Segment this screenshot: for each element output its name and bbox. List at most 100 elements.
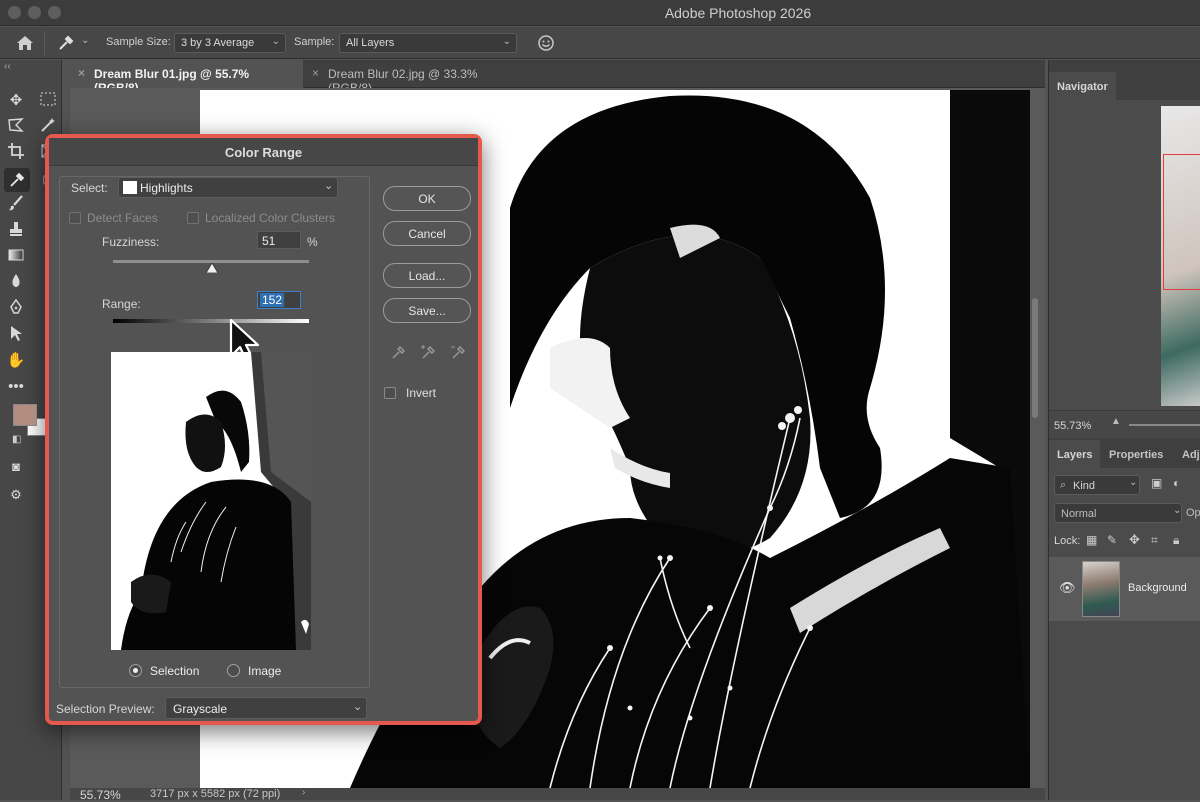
collapse-panel-icon[interactable]: ‹‹ (4, 61, 11, 72)
burn-tool[interactable] (5, 272, 27, 294)
crop-tool[interactable] (5, 142, 27, 164)
filter-pixel-icon[interactable]: ▣ (1151, 476, 1162, 490)
select-dropdown[interactable]: Highlights ⌄ (118, 177, 338, 198)
tab-layers[interactable]: Layers (1049, 440, 1101, 468)
navigator-zoom-slider[interactable] (1129, 424, 1200, 426)
lock-artboard-icon[interactable]: ⌗ (1151, 533, 1158, 548)
layer-thumbnail (1082, 561, 1120, 617)
brush-icon (9, 195, 23, 211)
path-selection-tool[interactable] (5, 324, 27, 346)
home-icon (17, 36, 33, 50)
sample-select[interactable]: All Layers ⌄ (339, 33, 517, 53)
range-slider-track[interactable] (113, 319, 309, 323)
selection-preview-label: Selection Preview: (56, 702, 155, 716)
selection-preview-select[interactable]: Grayscale ⌄ (165, 697, 367, 719)
lock-all-icon[interactable]: 🔒︎ (1173, 533, 1179, 548)
range-input[interactable]: 152 (257, 291, 301, 309)
edit-toolbar-button[interactable]: ••• (5, 376, 27, 398)
navigator-zoom-value[interactable]: 55.73% (1054, 420, 1091, 432)
lock-position-icon[interactable]: ✥ (1129, 532, 1140, 548)
close-icon[interactable]: × (312, 66, 319, 80)
tab-properties[interactable]: Properties (1101, 440, 1171, 468)
chevron-right-icon[interactable]: › (302, 787, 305, 798)
fuzziness-slider-thumb[interactable] (205, 262, 219, 276)
layer-row[interactable]: 👁︎ Background (1049, 557, 1200, 621)
vertical-scrollbar[interactable] (1032, 298, 1038, 418)
sample-size-label: Sample Size: (106, 36, 171, 48)
fuzziness-value: 51 (262, 234, 276, 248)
right-panel-dock: Navigator 55.73% ▲ Layers Properties Adj… (1048, 60, 1200, 800)
chevron-down-icon: ⌄ (81, 35, 90, 46)
document-tabs: × Dream Blur 01.jpg @ 55.7% (RGB/8) × Dr… (70, 60, 1045, 95)
arrow-cursor-icon (11, 326, 22, 341)
selection-preview-image[interactable] (111, 352, 311, 650)
lasso-tool[interactable] (5, 116, 27, 138)
navigator-view-box[interactable] (1163, 154, 1200, 290)
filter-kind-label: Kind (1073, 480, 1096, 492)
screen-mode-icon: ⚙ (10, 487, 22, 502)
crop-icon (8, 143, 24, 159)
highlights-swatch (123, 181, 137, 194)
marquee-tool[interactable] (37, 90, 59, 112)
detect-faces-checkbox[interactable] (69, 212, 81, 224)
pen-tool[interactable] (5, 298, 27, 320)
eyedropper-icon (392, 346, 405, 359)
lock-label: Lock: (1054, 535, 1081, 547)
range-value: 152 (260, 293, 285, 307)
eyedropper-add-button[interactable] (419, 344, 439, 364)
eyedropper-minus-icon (451, 346, 465, 359)
lock-paint-icon[interactable]: ✎ (1107, 533, 1117, 547)
smiley-icon (538, 35, 554, 51)
fuzziness-input[interactable]: 51 (257, 231, 301, 249)
eyedropper-plus-icon (421, 345, 435, 359)
image-radio[interactable] (227, 664, 240, 677)
brush-tool[interactable] (5, 194, 27, 216)
invert-checkbox[interactable] (384, 387, 396, 399)
tab-dream-blur-02[interactable]: × Dream Blur 02.jpg @ 33.3% (RGB/8) (304, 60, 530, 95)
zoom-out-mountain-icon[interactable]: ▲ (1111, 416, 1121, 427)
close-icon[interactable]: × (78, 66, 85, 80)
visibility-eye-icon[interactable]: 👁︎ (1059, 580, 1076, 596)
options-bar: ⌄ Sample Size: 3 by 3 Average ⌄ Sample: … (0, 27, 1200, 59)
save-button[interactable]: Save... (383, 298, 471, 323)
selection-radio[interactable] (129, 664, 142, 677)
localized-clusters-checkbox[interactable] (187, 212, 199, 224)
navigator-thumbnail[interactable] (1161, 106, 1200, 406)
tool-preset-picker[interactable]: ⌄ (56, 33, 92, 53)
select-value: Highlights (140, 181, 193, 195)
load-button[interactable]: Load... (383, 263, 471, 288)
show-sampling-ring-button[interactable] (536, 33, 556, 53)
gradient-tool[interactable] (5, 246, 27, 268)
filter-adjustment-icon[interactable]: ◐ (1173, 476, 1180, 490)
selection-preview-value: Grayscale (173, 702, 228, 716)
tab-adjustments[interactable]: Adju (1174, 440, 1200, 468)
tab-dream-blur-01[interactable]: × Dream Blur 01.jpg @ 55.7% (RGB/8) (70, 60, 303, 95)
more-icon: ••• (8, 378, 24, 395)
sample-value: All Layers (346, 37, 395, 49)
eyedropper-tool[interactable] (4, 168, 30, 192)
ok-button[interactable]: OK (383, 186, 471, 211)
layer-name[interactable]: Background (1128, 582, 1187, 594)
clone-stamp-tool[interactable] (5, 220, 27, 242)
sample-size-select[interactable]: 3 by 3 Average ⌄ (174, 33, 286, 53)
eyedropper-subtract-button[interactable] (449, 344, 469, 364)
home-button[interactable] (14, 33, 36, 53)
quick-mask-button[interactable]: ◙ (5, 456, 27, 478)
layers-tab-bar: Layers Properties Adju (1049, 438, 1200, 468)
slider-thumb-icon (205, 262, 219, 274)
lock-transparent-icon[interactable]: ▦ (1086, 533, 1097, 547)
hand-tool[interactable]: ✋ (5, 350, 27, 372)
default-colors-icon[interactable]: ◧ (12, 434, 21, 445)
eyedropper-sample-button[interactable] (389, 344, 409, 364)
dialog-title[interactable]: Color Range (49, 138, 478, 166)
blend-mode-select[interactable]: Normal ⌄ (1054, 503, 1182, 523)
tab-navigator[interactable]: Navigator (1049, 72, 1116, 100)
cancel-button[interactable]: Cancel (383, 221, 471, 246)
color-range-dialog: Color Range Select: Highlights ⌄ Detect … (45, 134, 482, 725)
filter-kind-select[interactable]: ⌕ Kind ⌄ (1054, 475, 1140, 495)
hand-icon: ✋ (6, 352, 26, 369)
move-tool[interactable]: ✥ (5, 90, 27, 112)
chevron-down-icon: ⌄ (1129, 477, 1138, 488)
gradient-icon (8, 249, 24, 261)
screen-mode-button[interactable]: ⚙ (5, 484, 27, 506)
